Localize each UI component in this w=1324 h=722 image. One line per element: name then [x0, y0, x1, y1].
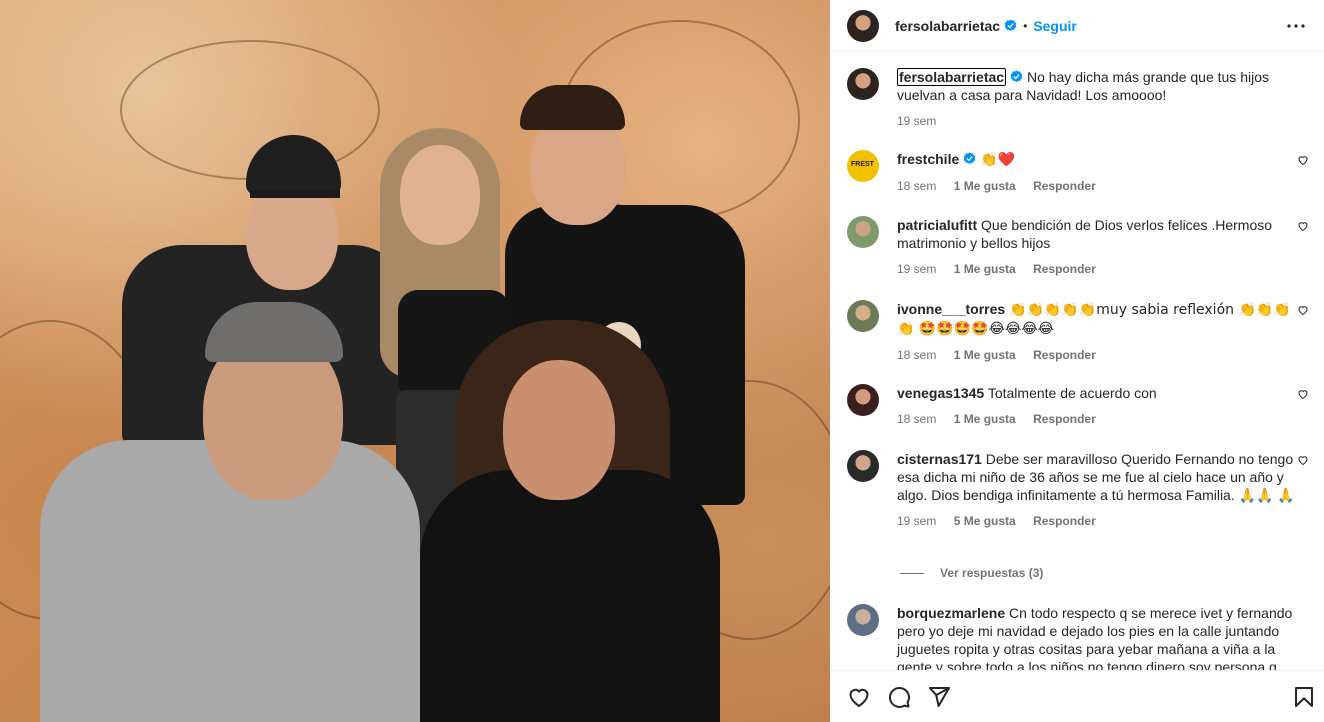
- reply-button[interactable]: Responder: [1033, 179, 1096, 193]
- post-header: fersolabarrietac • Seguir: [830, 0, 1324, 52]
- reply-button[interactable]: Responder: [1033, 412, 1096, 426]
- comment-time: 19 sem: [897, 262, 937, 276]
- heart-icon[interactable]: [1297, 454, 1309, 466]
- view-replies-label[interactable]: Ver respuestas (3): [940, 566, 1043, 580]
- heart-icon[interactable]: [1297, 304, 1309, 316]
- share-icon[interactable]: [927, 685, 951, 709]
- heart-icon[interactable]: [847, 685, 871, 709]
- comment-username[interactable]: frestchile: [897, 151, 959, 167]
- more-options-icon[interactable]: [1284, 14, 1308, 38]
- comment-row: borquezmarlene Cn todo respecto q se mer…: [847, 604, 1307, 670]
- comment-username[interactable]: ivonne___torres: [897, 301, 1005, 317]
- wall-texture: [120, 40, 380, 180]
- commenter-avatar[interactable]: FREST: [847, 150, 879, 182]
- avatar-logo-text: FREST: [851, 161, 874, 168]
- comment-icon[interactable]: [887, 685, 911, 709]
- reply-button[interactable]: Responder: [1033, 262, 1096, 276]
- verified-badge-icon: [963, 152, 976, 165]
- bookmark-icon[interactable]: [1292, 685, 1316, 709]
- comment-username[interactable]: venegas1345: [897, 385, 984, 401]
- commenter-avatar[interactable]: [847, 216, 879, 248]
- comment-row: ivonne___torres 👏👏👏👏👏muy sabia reflexión…: [847, 300, 1309, 363]
- comment-row: cisternas171 Debe ser maravilloso Querid…: [847, 450, 1309, 529]
- commenter-avatar[interactable]: [847, 384, 879, 416]
- reply-button[interactable]: Responder: [1033, 514, 1096, 528]
- comment-row: patricialufitt Que bendición de Dios ver…: [847, 216, 1309, 277]
- caption-row: fersolabarrietac No hay dicha más grande…: [847, 68, 1307, 129]
- author-avatar[interactable]: [847, 9, 879, 42]
- verified-badge-icon: [1004, 19, 1017, 32]
- caption-time: 19 sem: [897, 114, 937, 128]
- post-photo: [0, 0, 830, 722]
- comment-row: FREST frestchile 👏❤️ 18 sem 1 Me gusta R…: [847, 150, 1309, 194]
- view-replies-button[interactable]: Ver respuestas (3): [900, 566, 1043, 580]
- comment-username[interactable]: borquezmarlene: [897, 605, 1005, 621]
- comment-text: 👏❤️: [980, 152, 1016, 168]
- comment-username[interactable]: patricialufitt: [897, 217, 977, 233]
- heart-icon[interactable]: [1297, 154, 1309, 166]
- post-actions-bar: [830, 670, 1324, 722]
- replies-divider: [900, 572, 924, 574]
- comment-likes[interactable]: 1 Me gusta: [954, 179, 1016, 193]
- caption-username[interactable]: fersolabarrietac: [897, 68, 1007, 86]
- comment-likes[interactable]: 1 Me gusta: [954, 412, 1016, 426]
- comments-list[interactable]: fersolabarrietac No hay dicha más grande…: [830, 52, 1324, 670]
- comment-username[interactable]: cisternas171: [897, 451, 982, 467]
- comment-text: Totalmente de acuerdo con: [987, 385, 1157, 401]
- commenter-avatar[interactable]: [847, 300, 879, 332]
- comment-row: venegas1345 Totalmente de acuerdo con 18…: [847, 384, 1309, 427]
- reply-button[interactable]: Responder: [1033, 348, 1096, 362]
- comment-likes[interactable]: 5 Me gusta: [954, 514, 1016, 528]
- heart-icon[interactable]: [1297, 388, 1309, 400]
- author-username[interactable]: fersolabarrietac: [895, 18, 1000, 34]
- verified-badge-icon: [1010, 70, 1023, 83]
- comment-time: 18 sem: [897, 179, 937, 193]
- comment-time: 18 sem: [897, 412, 937, 426]
- author-avatar[interactable]: [847, 68, 879, 100]
- follow-button[interactable]: Seguir: [1033, 18, 1077, 34]
- comment-time: 18 sem: [897, 348, 937, 362]
- comment-time: 19 sem: [897, 514, 937, 528]
- commenter-avatar[interactable]: [847, 604, 879, 636]
- post-detail-pane: fersolabarrietac • Seguir fersolabarriet…: [830, 0, 1324, 722]
- heart-icon[interactable]: [1297, 220, 1309, 232]
- separator-dot: •: [1023, 18, 1028, 33]
- commenter-avatar[interactable]: [847, 450, 879, 482]
- comment-likes[interactable]: 1 Me gusta: [954, 348, 1016, 362]
- comment-likes[interactable]: 1 Me gusta: [954, 262, 1016, 276]
